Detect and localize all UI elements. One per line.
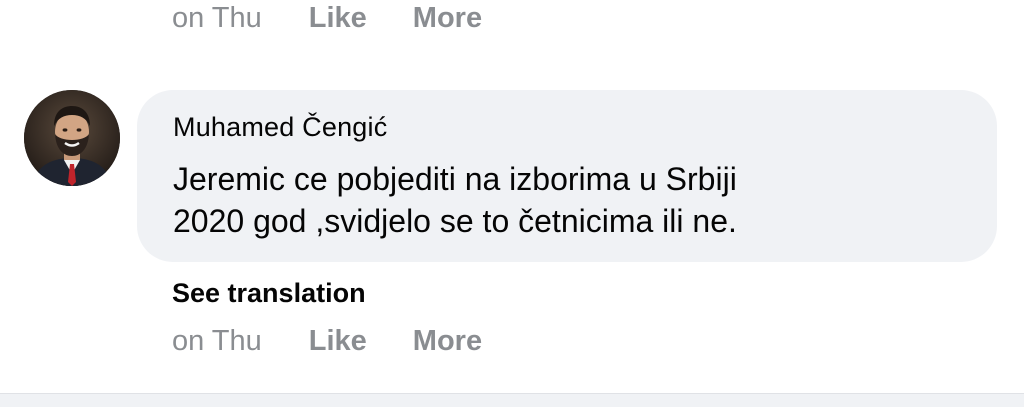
- previous-comment-actions: on Thu Like More: [172, 2, 482, 35]
- comment-actions: on Thu Like More: [172, 325, 482, 358]
- divider: [0, 393, 1024, 407]
- profile-photo-icon: [24, 90, 120, 186]
- comment-bubble[interactable]: Muhamed Čengić Jeremic ce pobjediti na i…: [137, 90, 997, 262]
- previous-comment-time[interactable]: on Thu: [172, 2, 262, 35]
- avatar[interactable]: [24, 90, 120, 186]
- comment-text-line-2: 2020 god ,svidjelo se to četnicima ili n…: [173, 203, 737, 239]
- see-translation-link[interactable]: See translation: [172, 278, 366, 309]
- comment-time[interactable]: on Thu: [172, 325, 262, 358]
- comment-like-button[interactable]: Like: [309, 325, 367, 358]
- previous-comment-like-button[interactable]: Like: [309, 2, 367, 35]
- comment-thread: on Thu Like More Muhamed Čengić Jeremic …: [0, 0, 1024, 407]
- previous-comment-more-button[interactable]: More: [413, 2, 482, 35]
- comment-text-line-1: Jeremic ce pobjediti na izborima u Srbij…: [173, 161, 737, 197]
- comment-more-button[interactable]: More: [413, 325, 482, 358]
- comment-author-name[interactable]: Muhamed Čengić: [173, 112, 387, 143]
- comment-text: Jeremic ce pobjediti na izborima u Srbij…: [173, 158, 973, 242]
